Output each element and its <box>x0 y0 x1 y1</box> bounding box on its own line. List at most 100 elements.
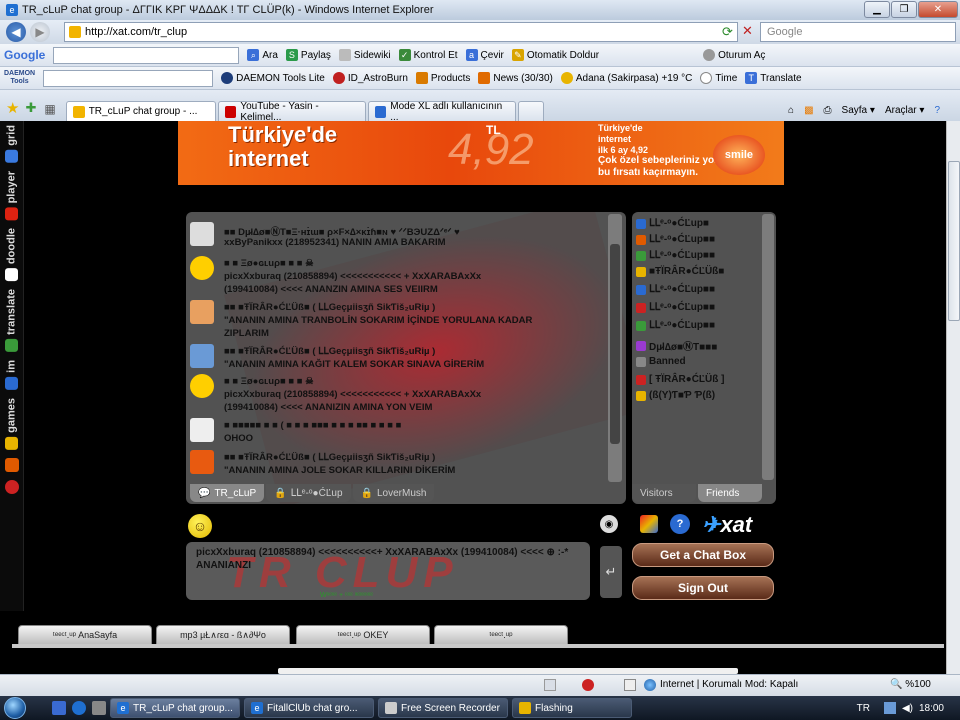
avatar[interactable] <box>190 300 214 324</box>
list-item[interactable]: ᒪᒪᵉ-ᵒ●ĆĽup■■ <box>636 250 715 261</box>
ad-banner[interactable]: Türkiye'de internet 4,92 TL Türkiye'de int… <box>178 121 784 185</box>
url-input[interactable]: http://xat.com/tr_clup <box>64 22 738 42</box>
show-desktop-icon[interactable] <box>52 701 66 715</box>
smiley-icon[interactable]: ☺ <box>188 514 212 538</box>
page-tab-home[interactable]: ᵗᵉᵉᶜᵗ.ᵘᵖ AnaSayfa <box>18 625 152 645</box>
taskbar-item-fitallclub[interactable]: e FitallClUb chat gro... <box>244 698 374 718</box>
home-icon[interactable]: ⌂ <box>788 105 794 116</box>
toolbar-item-sidewiki[interactable]: Sidewiki <box>338 49 391 61</box>
sidebar-item-im[interactable]: im <box>5 360 18 390</box>
toolbar-item-news[interactable]: News (30/30) <box>478 72 553 84</box>
avatar[interactable] <box>190 222 214 246</box>
forward-button[interactable]: ▶ <box>30 22 50 42</box>
chat-input-area[interactable]: TR CLUP picxXxburaq (210858894) <<<<<<<<… <box>186 542 590 600</box>
language-indicator[interactable]: TR <box>857 703 870 714</box>
quick-tabs-icon[interactable]: ▦ <box>44 102 55 116</box>
page-scrollbar[interactable] <box>946 121 960 674</box>
taskbar-item-tr-clup[interactable]: e TR_cLuP chat group... <box>110 698 240 718</box>
toolbar-item-autofill[interactable]: ✎ Otomatik Doldur <box>511 49 599 61</box>
list-item[interactable]: [ ŦΪRÂR●ĆĽÜß ] <box>636 374 724 385</box>
list-item[interactable]: (ß(Υ)Ƭ■Ƥ Ƥ(ß) <box>636 390 715 401</box>
toolbar-item-cevir[interactable]: a Çevir <box>465 49 504 61</box>
tab-private-chat[interactable]: 🔒 ᒪᒪᵉ-ᵒ●ĆĽup <box>266 484 351 502</box>
tab-youtube[interactable]: YouTube - Yasin - Kelimel... <box>217 101 366 123</box>
start-button[interactable] <box>0 696 30 720</box>
toolbar-item-daemon[interactable]: DAEMON Tools Lite <box>221 72 325 84</box>
sidebar-item-player[interactable]: player <box>5 171 18 221</box>
games-icon[interactable] <box>640 515 658 533</box>
list-item[interactable]: ᒪᒪᵉ-ᵒ●ĆĽup■■ <box>636 234 715 245</box>
new-tab-button[interactable] <box>517 101 544 121</box>
sidebar-item-grid[interactable]: grid <box>5 125 18 163</box>
help-icon[interactable]: ? <box>670 514 690 534</box>
page-tab-okey[interactable]: ᵗᵉᵉᶜᵗ.ᵘᵖ OKEY <box>296 625 430 645</box>
avatar[interactable] <box>190 374 214 398</box>
sign-out-button[interactable]: Sign Out <box>632 576 774 600</box>
maximize-button[interactable]: ❐ <box>891 1 917 18</box>
toolbar-item-kontrol[interactable]: ✓ Kontrol Et <box>398 49 458 61</box>
list-item[interactable]: ᒪᒪᵉ-ᵒ●ĆĽup■■ <box>636 320 715 331</box>
toolbar-item-products[interactable]: Products <box>415 72 470 84</box>
security-icon[interactable] <box>624 679 636 691</box>
list-item[interactable]: ᒪᒪᵉ-ᵒ●ĆĽup■■ <box>636 302 715 313</box>
avatar[interactable] <box>190 256 214 280</box>
links-search-field[interactable] <box>43 69 214 87</box>
minimize-button[interactable]: ▁ <box>864 1 890 18</box>
tray-clock[interactable]: 18:00 <box>919 703 944 714</box>
tools-menu[interactable]: Araçlar ▾ <box>885 105 925 116</box>
sidebar-item-doodle[interactable]: doodle <box>5 228 18 282</box>
chat-scroll-thumb[interactable] <box>610 244 620 444</box>
tab-tr-clup[interactable]: TR_cLuP chat group - ... <box>65 101 216 121</box>
avatar[interactable] <box>190 418 214 442</box>
list-item[interactable]: ᒪᒪᵉ-ᵒ●ĆĽup■■ <box>636 284 715 295</box>
list-item[interactable]: ■ŦΪRÂR●ĆĽÜß■ <box>636 266 724 277</box>
ie-quicklaunch-icon[interactable] <box>72 701 86 715</box>
tab-lovermush[interactable]: 🔒 LoverMush <box>352 484 435 502</box>
sidebar-item-translate[interactable]: translate <box>5 289 18 353</box>
user-list-scrollbar[interactable] <box>762 214 774 480</box>
popup-blocker-icon[interactable] <box>582 679 594 691</box>
tray-network-icon[interactable] <box>883 702 896 714</box>
avatar[interactable] <box>190 344 214 368</box>
toolbar-item-time[interactable]: Time <box>700 72 737 84</box>
chat-scrollbar[interactable] <box>608 214 622 482</box>
tab-friends[interactable]: Friends <box>698 484 762 502</box>
taskbar-item-flashing[interactable]: Flashing <box>512 698 632 718</box>
zone-status[interactable]: Internet | Korumalı Mod: Kapalı <box>660 679 798 690</box>
tab-modexl[interactable]: Mode XL adlı kullanıcının ... <box>367 101 516 123</box>
chat-input[interactable]: picxXxburaq (210858894) <<<<<<<<<<+ XxXA… <box>196 546 588 572</box>
taskbar-item-recorder[interactable]: Free Screen Recorder <box>378 698 508 718</box>
toolbar-item-ara[interactable]: ⌕ Ara <box>247 49 278 61</box>
tray-volume-icon[interactable]: ◀) <box>902 703 913 714</box>
refresh-icon[interactable]: ⟳ <box>722 24 733 40</box>
gift-icon[interactable] <box>4 457 19 472</box>
zoom-level[interactable]: 🔍 %100 <box>890 679 931 690</box>
send-button[interactable]: ↵ <box>600 546 622 598</box>
print-icon[interactable]: ⎙ <box>824 105 832 116</box>
toolbar-item-weather[interactable]: Adana (Sakirpasa) +19 °C <box>560 72 692 84</box>
get-chat-box-button[interactable]: Get a Chat Box <box>632 543 774 567</box>
toolbar-item-translate[interactable]: T Translate <box>745 72 802 84</box>
toolbar-item-astroburn[interactable]: ID_AstroBurn <box>332 72 408 84</box>
stop-icon[interactable]: ✕ <box>742 23 753 39</box>
help-icon[interactable]: ? <box>934 105 940 116</box>
tab-main-chat[interactable]: 💬 TR_cLuP <box>190 484 265 502</box>
avatar[interactable] <box>190 450 214 474</box>
feeds-icon[interactable]: ▩ <box>804 105 813 116</box>
close-button[interactable]: ✕ <box>918 1 958 18</box>
list-item[interactable]: Dµ̷l∆ø■ⓃT■■■ <box>636 338 717 353</box>
search-input[interactable]: Google <box>760 22 956 42</box>
tab-visitors[interactable]: Visitors <box>632 484 696 502</box>
google-search-field[interactable] <box>53 46 240 64</box>
switch-windows-icon[interactable] <box>92 701 106 715</box>
list-item[interactable]: ᒪᒪᵉ-ᵒ●ĆĽup■ <box>636 218 709 229</box>
toolbar-item-signin[interactable]: Oturum Aç <box>703 49 765 61</box>
sidebar-item-games[interactable]: games <box>5 398 18 450</box>
scroll-thumb[interactable] <box>948 161 960 321</box>
toolbar-item-paylas[interactable]: S Paylaş <box>285 49 331 61</box>
page-tab-4[interactable]: ᵗᵉᵉᶜᵗ.ᵘᵖ <box>434 625 568 645</box>
sound-icon[interactable]: ◉ <box>600 515 618 533</box>
page-menu[interactable]: Sayfa ▾ <box>842 105 875 116</box>
page-tab-mp3[interactable]: mp3 µŁ∧ɾεɑ - ß∧∂Ψo <box>156 625 290 645</box>
favorites-star-icon[interactable]: ★ <box>6 99 19 117</box>
